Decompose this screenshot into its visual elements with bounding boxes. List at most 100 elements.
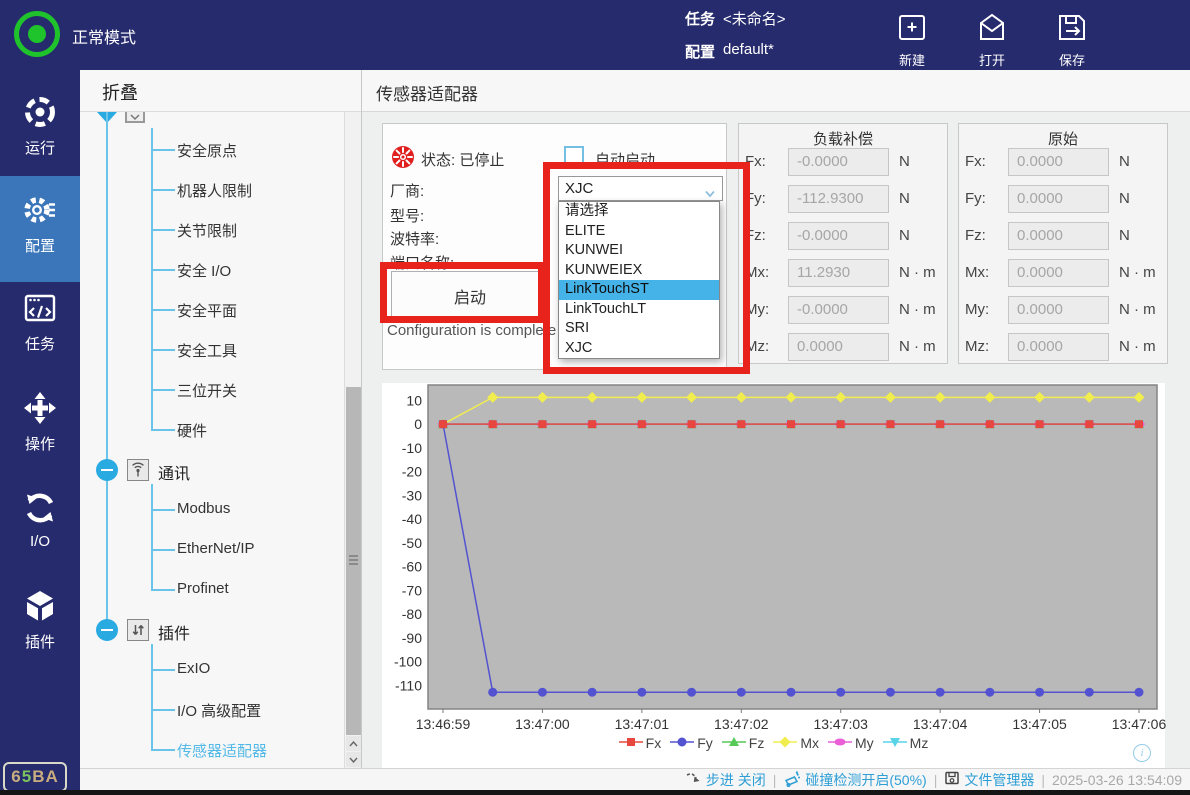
start-button[interactable]: 启动: [391, 271, 549, 321]
tree-item[interactable]: Profinet: [177, 580, 229, 597]
tree-item[interactable]: I/O 高级配置: [177, 700, 261, 721]
badge-char: B: [32, 767, 45, 787]
tree-collapse-toggle[interactable]: [96, 459, 118, 481]
tree-item[interactable]: 关节限制: [177, 220, 237, 241]
svg-text:0: 0: [414, 416, 422, 432]
force-chart-panel: 100-10-20-30-40-50-60-70-80-90-100-11013…: [382, 383, 1165, 768]
collision-detection-item[interactable]: 碰撞检测开启(50%): [783, 769, 926, 790]
sidebar-item-io[interactable]: I/O: [0, 488, 80, 552]
plugin-box-icon: [127, 619, 149, 641]
tree-item-selected[interactable]: 传感器适配器: [177, 740, 267, 761]
scroll-down-button[interactable]: [346, 752, 361, 767]
tree-item[interactable]: 机器人限制: [177, 180, 252, 201]
tree-group-item[interactable]: 插件: [158, 620, 190, 644]
sidebar-item-task[interactable]: 任务: [0, 288, 80, 352]
sidebar-item-plugin[interactable]: 插件: [0, 586, 80, 650]
vendor-option[interactable]: LinkTouchST: [559, 280, 719, 300]
tree-connector: [151, 309, 175, 311]
vendor-option[interactable]: LinkTouchLT: [559, 300, 719, 320]
legend-marker: [670, 735, 694, 751]
raw-mz-input: 0.0000: [1008, 333, 1109, 361]
svg-text:-70: -70: [402, 582, 422, 598]
topbar-action-save[interactable]: 保存: [1040, 10, 1104, 69]
collision-icon: [783, 769, 801, 790]
svg-text:13:47:06: 13:47:06: [1112, 716, 1167, 732]
sidebar-item-run[interactable]: 运行: [0, 92, 80, 156]
task-icon: [0, 288, 80, 333]
tree-connector: [151, 644, 153, 750]
info-icon[interactable]: i: [1133, 744, 1151, 762]
status-badge: 65BA: [3, 762, 67, 792]
legend-label: Fy: [697, 735, 713, 751]
tree-item[interactable]: EtherNet/IP: [177, 540, 255, 557]
vendor-option[interactable]: ELITE: [559, 222, 719, 242]
unit-label: N · m: [899, 338, 936, 355]
tree-item[interactable]: Modbus: [177, 500, 230, 517]
tree-item[interactable]: ExIO: [177, 660, 210, 677]
topbar-action-label: 新建: [880, 50, 944, 69]
svg-text:13:47:01: 13:47:01: [615, 716, 670, 732]
vendor-option[interactable]: XJC: [559, 339, 719, 359]
raw-fx-label: Fx:: [965, 153, 986, 170]
vendor-option[interactable]: KUNWEIEX: [559, 261, 719, 281]
legend-item-fy: Fy: [670, 735, 713, 751]
tree-group-item[interactable]: 通讯: [158, 460, 190, 484]
tree-item[interactable]: 安全 I/O: [177, 260, 231, 281]
svg-text:13:47:04: 13:47:04: [913, 716, 968, 732]
badge-char: A: [45, 767, 58, 787]
load-mz-input: 0.0000: [788, 333, 889, 361]
load-mz-label: Mz:: [745, 338, 769, 355]
tree-connector: [151, 589, 175, 591]
scroll-up-button[interactable]: [346, 736, 361, 751]
scrollbar-thumb[interactable]: [346, 387, 361, 735]
topbar-action-label: 打开: [960, 50, 1024, 69]
separator: |: [773, 772, 777, 788]
collapse-label[interactable]: 折叠: [102, 79, 138, 105]
vendor-option[interactable]: 请选择: [559, 202, 719, 222]
vendor-select[interactable]: XJC: [558, 176, 723, 201]
topbar-action-open[interactable]: 打开: [960, 10, 1024, 69]
load-compensation-panel: 负载补偿 Fx:-0.0000NFy:-112.9300NFz:-0.0000N…: [738, 123, 948, 364]
port-label: 端口名称:: [390, 252, 454, 273]
config-tree-panel: 折叠 安全原点机器人限制关节限制安全 I/O 安全平面安全工具三位开关硬件通讯 Mo…: [80, 70, 362, 768]
sidebar-item-config[interactable]: 配置: [0, 176, 80, 282]
tree-collapse-toggle[interactable]: [96, 619, 118, 641]
step-mode-item[interactable]: 步进 关闭: [685, 770, 766, 790]
autostart-checkbox[interactable]: [564, 146, 584, 166]
unit-label: N · m: [1119, 301, 1156, 318]
topbar-action-new[interactable]: 新建: [880, 10, 944, 69]
raw-fy-input: 0.0000: [1008, 185, 1109, 213]
tree-item[interactable]: 安全平面: [177, 300, 237, 321]
vendor-label: 厂商:: [390, 180, 424, 201]
legend-item-fz: Fz: [722, 735, 765, 751]
load-fz-input: -0.0000: [788, 222, 889, 250]
tree-connector: [151, 709, 175, 711]
legend-marker: [722, 735, 746, 751]
tree-connector: [151, 429, 175, 431]
tree-item[interactable]: 硬件: [177, 420, 207, 441]
vendor-option[interactable]: KUNWEI: [559, 241, 719, 261]
raw-fz-label: Fz:: [965, 227, 986, 244]
tree-item[interactable]: 三位开关: [177, 380, 237, 401]
svg-text:13:47:03: 13:47:03: [813, 716, 868, 732]
legend-label: Fz: [749, 735, 765, 751]
raw-my-label: My:: [965, 301, 989, 318]
sidebar-item-jog[interactable]: 操作: [0, 388, 80, 452]
chart-plot-area: [428, 385, 1157, 709]
chart-legend: FxFyFzMxMyMz: [382, 735, 1165, 751]
load-fx-input: -0.0000: [788, 148, 889, 176]
sidebar-item-label: 任务: [0, 333, 80, 354]
svg-text:-20: -20: [402, 464, 422, 480]
tree-item[interactable]: 安全工具: [177, 340, 237, 361]
unit-label: N: [899, 153, 910, 170]
vendor-option[interactable]: SRI: [559, 319, 719, 339]
raw-mx-input: 0.0000: [1008, 259, 1109, 287]
tree-header: 折叠: [80, 70, 361, 112]
legend-item-fx: Fx: [619, 735, 662, 751]
tree-connector: [151, 128, 153, 430]
file-manager-item[interactable]: 文件管理器: [944, 770, 1034, 790]
move-icon: [0, 388, 80, 433]
tree-item[interactable]: 安全原点: [177, 140, 237, 161]
unit-label: N · m: [1119, 264, 1156, 281]
tree-connector: [151, 749, 175, 751]
